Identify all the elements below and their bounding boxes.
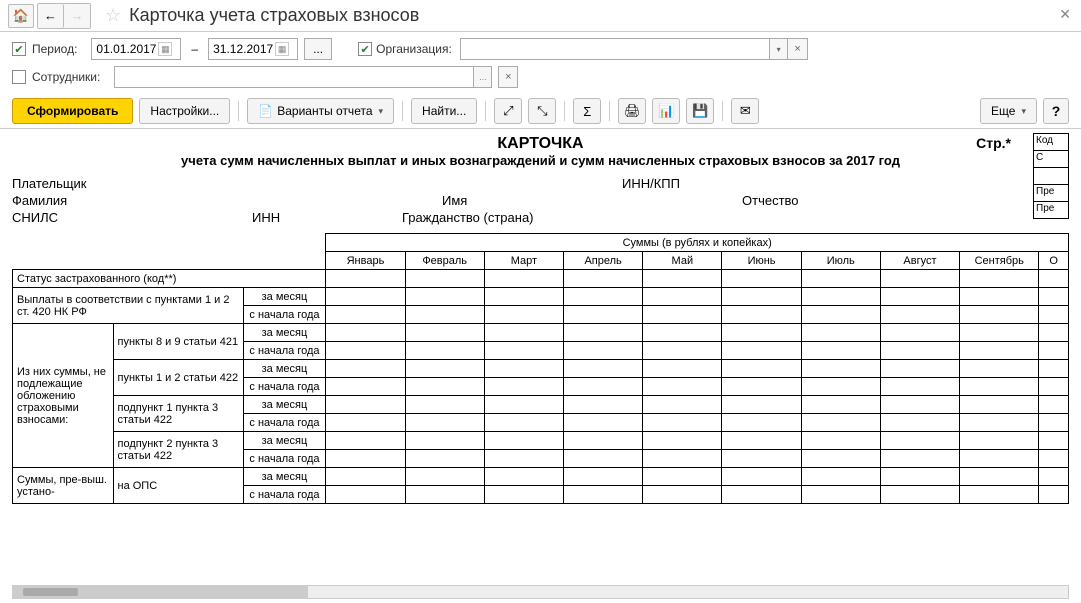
employees-label: Сотрудники:	[32, 70, 100, 84]
month-header: Февраль	[405, 252, 484, 270]
org-dropdown[interactable]: ▾	[769, 39, 787, 59]
month-header: Апрель	[564, 252, 643, 270]
horizontal-scrollbar[interactable]	[12, 585, 1069, 599]
date-from-field[interactable]	[96, 42, 158, 56]
date-from-input[interactable]: ▦	[91, 38, 181, 60]
page-title: Карточка учета страховых взносов	[129, 5, 419, 26]
generate-button[interactable]: Сформировать	[12, 98, 133, 124]
tree-icon[interactable]: 📊	[652, 98, 680, 124]
settings-button[interactable]: Настройки...	[139, 98, 230, 124]
report-subtitle: учета сумм начисленных выплат и иных воз…	[12, 153, 1069, 168]
calendar-icon[interactable]: ▦	[275, 42, 289, 56]
calendar-icon[interactable]: ▦	[158, 42, 172, 56]
report-viewport[interactable]: Стр.* Код С Пре Пре КАРТОЧКА учета сумм …	[0, 129, 1081, 574]
period-picker-button[interactable]: ...	[304, 38, 332, 60]
month-header: О	[1039, 252, 1069, 270]
home-button[interactable]: 🏠	[8, 4, 34, 28]
data-table: Суммы (в рублях и копейках) ЯнварьФеврал…	[12, 233, 1069, 504]
date-to-field[interactable]	[213, 42, 275, 56]
month-header: Май	[643, 252, 722, 270]
employees-checkbox[interactable]	[12, 70, 26, 84]
mail-icon[interactable]: ✉	[731, 98, 759, 124]
info-block: Плательщик ИНН/КПП Фамилия Имя Отчество …	[12, 176, 1069, 225]
month-header: Июль	[801, 252, 880, 270]
month-header: Март	[484, 252, 563, 270]
period-checkbox[interactable]	[12, 42, 26, 56]
collapse-icon[interactable]: ⤡	[528, 98, 556, 124]
back-button[interactable]: ←	[38, 4, 64, 28]
employees-clear-button[interactable]: ×	[498, 66, 518, 88]
org-clear-button[interactable]: ×	[788, 38, 808, 60]
org-checkbox[interactable]	[358, 42, 372, 56]
employees-picker[interactable]: …	[473, 67, 491, 87]
report-variants-button[interactable]: 📄Варианты отчета	[247, 98, 394, 124]
close-button[interactable]: ✕	[1059, 6, 1071, 23]
date-dash: –	[191, 42, 198, 56]
sum-icon[interactable]: Σ	[573, 98, 601, 124]
forward-button: →	[64, 4, 90, 28]
date-to-input[interactable]: ▦	[208, 38, 298, 60]
help-button[interactable]: ?	[1043, 98, 1069, 124]
month-header: Январь	[326, 252, 405, 270]
report-title: КАРТОЧКА	[12, 135, 1069, 153]
print-icon[interactable]: 🖨	[618, 98, 646, 124]
expand-icon[interactable]: ⤢	[494, 98, 522, 124]
month-header: Сентябрь	[960, 252, 1039, 270]
side-cells: Код С Пре Пре	[1033, 133, 1069, 218]
period-label: Период:	[32, 42, 77, 56]
favorite-icon[interactable]: ☆	[105, 5, 121, 26]
month-header: Август	[880, 252, 959, 270]
employees-input[interactable]	[115, 67, 473, 87]
org-input[interactable]	[461, 39, 769, 59]
find-button[interactable]: Найти...	[411, 98, 477, 124]
page-label: Стр.*	[976, 135, 1011, 151]
org-label: Организация:	[376, 42, 452, 56]
save-icon[interactable]: 💾	[686, 98, 714, 124]
month-header: Июнь	[722, 252, 801, 270]
more-button[interactable]: Еще	[980, 98, 1037, 124]
